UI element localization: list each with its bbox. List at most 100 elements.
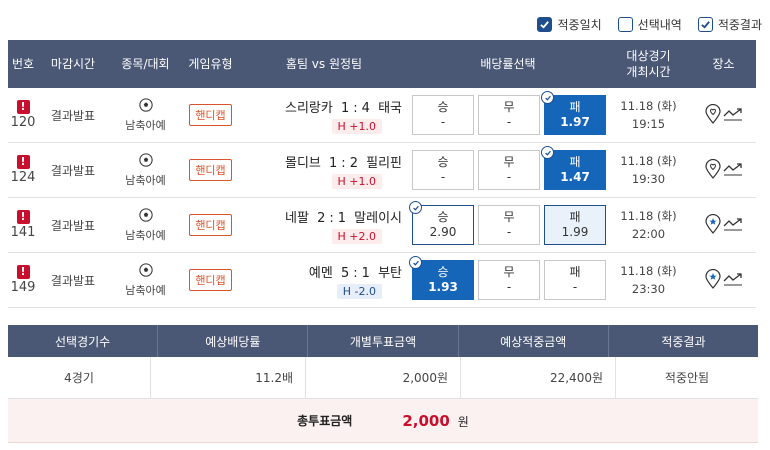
close-status: 결과발표 (50, 218, 96, 233)
total-bet-amount: 2,000 (402, 411, 450, 430)
checkbox-outline-checked-icon[interactable] (697, 17, 713, 32)
selected-check-icon (541, 146, 554, 159)
odds-button[interactable]: 승 2.90 (409, 201, 474, 245)
filter-result[interactable]: 적중결과 (697, 16, 762, 33)
odds-label: 승 (437, 265, 449, 279)
odds-button[interactable]: 승 1.93 (409, 256, 474, 300)
star-pin-icon[interactable] (704, 213, 721, 237)
alert-icon[interactable]: ! (16, 100, 30, 114)
match-date: 11.18 (화) (620, 209, 677, 223)
match-time: 19:15 (631, 117, 666, 131)
odds-button[interactable]: 승- (412, 95, 474, 135)
odds-button[interactable]: 패 1.97 (541, 91, 606, 135)
odds-value: - (506, 225, 512, 239)
game-type-cell: 핸디캡 (183, 253, 238, 307)
place-cell (691, 198, 756, 252)
odds-label: 승 (437, 210, 449, 224)
summary-header: 선택경기수 예상배당률 개별투표금액 예상적중금액 적중결과 (8, 325, 758, 357)
heart-pin-icon[interactable] (704, 158, 721, 182)
alert-icon[interactable]: ! (16, 265, 30, 279)
odds-label: 무 (503, 100, 515, 114)
odds-label: 패 (569, 100, 581, 114)
trend-chart-icon[interactable] (723, 162, 743, 179)
filter-match[interactable]: 적중일치 (537, 16, 602, 33)
alert-icon[interactable]: ! (16, 210, 30, 224)
handicap-badge: 핸디캡 (189, 269, 232, 291)
handicap-value: H +1.0 (331, 173, 382, 189)
date-cell: 11.18 (화) 19:30 (606, 143, 691, 197)
selected-check-icon (409, 201, 422, 214)
home-team: 몰디브 (284, 155, 321, 171)
odds-label: 패 (569, 210, 581, 224)
game-number: 141 (10, 225, 36, 240)
odds-value: 2.90 (429, 225, 457, 239)
summary-header-cell: 예상적중금액 (459, 325, 609, 357)
star-pin-icon[interactable] (704, 268, 721, 292)
odds-button[interactable]: 무- (478, 95, 540, 135)
game-number: 149 (10, 280, 36, 295)
summary-table: 선택경기수 예상배당률 개별투표금액 예상적중금액 적중결과 4경기 11.2배… (8, 325, 758, 443)
odds-label: 무 (503, 155, 515, 169)
summary-header-cell: 개별투표금액 (308, 325, 459, 357)
soccer-ball-icon (138, 152, 153, 170)
header-place: 장소 (712, 57, 735, 71)
game-number: 120 (10, 115, 36, 130)
game-type-cell: 핸디캡 (183, 198, 238, 252)
score-separator: : (353, 265, 358, 281)
trend-chart-icon[interactable] (723, 217, 743, 234)
filter-bar: 적중일치 선택내역 적중결과 (537, 16, 762, 33)
league-name: 남축아예 (125, 173, 166, 187)
odds-label: 무 (503, 265, 515, 279)
table-body: ! 120 결과발표 남축아예 핸디캡 스리랑카 1:4 태국 H +1.0 승 - 무 - 패 1.9… (8, 88, 756, 308)
score-separator: : (353, 100, 358, 116)
odds-value: 1.93 (428, 280, 458, 294)
odds-label: 승 (437, 100, 449, 114)
odds-button[interactable]: 무- (478, 260, 540, 300)
trend-chart-icon[interactable] (723, 107, 743, 124)
odds-cell: 승 2.90 무 - 패 1.99 (409, 198, 606, 252)
no-cell: ! 124 (8, 143, 38, 197)
match-date: 11.18 (화) (620, 264, 677, 278)
trend-chart-icon[interactable] (723, 272, 743, 289)
away-score: 2 (349, 155, 358, 171)
soccer-ball-icon (138, 207, 153, 225)
teams-cell: 몰디브 1:2 필리핀 H +1.0 (238, 143, 410, 197)
odds-button[interactable]: 무- (478, 205, 540, 245)
checkbox-checked-icon[interactable] (537, 17, 553, 32)
filter-label: 선택내역 (637, 18, 682, 32)
header-odds: 배당률선택 (480, 57, 536, 71)
home-score: 2 (317, 210, 326, 226)
checkbox-unchecked-icon[interactable] (617, 17, 633, 32)
soccer-ball-icon (138, 97, 153, 115)
odds-cell: 승 - 무 - 패 1.97 (410, 88, 606, 142)
odds-value: - (440, 170, 446, 184)
summary-expected-win: 22,400원 (461, 357, 616, 398)
home-team: 스리랑카 (285, 100, 333, 116)
home-score: 5 (340, 265, 350, 281)
away-score: 1 (361, 265, 370, 281)
odds-button[interactable]: 패 1.47 (541, 146, 606, 190)
odds-button[interactable]: 패 1.99 (544, 205, 606, 245)
away-team: 태국 (378, 100, 402, 116)
odds-button[interactable]: 패- (544, 260, 606, 300)
alert-icon[interactable]: ! (16, 155, 30, 169)
score-separator: : (341, 155, 346, 171)
odds-button[interactable]: 승- (412, 150, 474, 190)
away-score: 1 (337, 210, 347, 226)
odds-label: 패 (569, 265, 581, 279)
sport-cell: 남축아예 (108, 253, 183, 307)
filter-selection[interactable]: 선택내역 (617, 16, 682, 33)
match-time: 23:30 (631, 282, 666, 296)
close-status: 결과발표 (50, 273, 96, 288)
header-date: 대상경기 개최시간 (606, 48, 691, 80)
header-close-time: 마감시간 (50, 57, 96, 71)
date-cell: 11.18 (화) 19:15 (606, 88, 691, 142)
heart-pin-icon[interactable] (704, 103, 721, 127)
odds-value: - (572, 280, 578, 294)
odds-button[interactable]: 무- (478, 150, 540, 190)
selected-check-icon (409, 256, 422, 269)
away-team: 필리핀 (366, 155, 402, 171)
odds-value: 1.97 (560, 115, 590, 129)
handicap-value: H +1.0 (331, 118, 382, 134)
place-cell (691, 253, 756, 307)
